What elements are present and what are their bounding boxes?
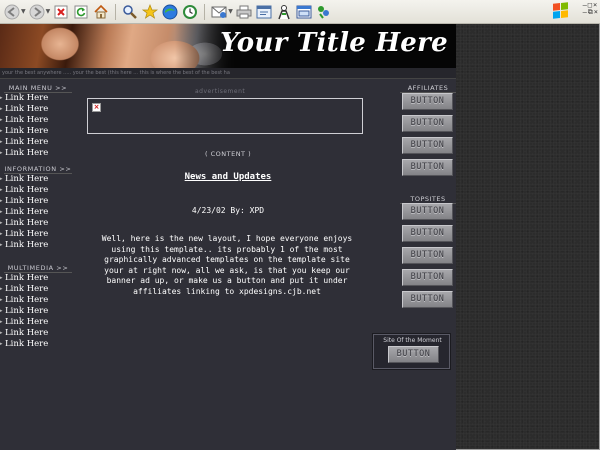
stop-icon[interactable]: [52, 3, 70, 21]
browser-toolbar: ▼ ▼ ▼ – □ × – ⧉ ×: [0, 0, 600, 24]
restore-close-icon[interactable]: ×: [594, 9, 598, 16]
site-tagline: your the best anywhere ..... your the be…: [0, 68, 456, 79]
forward-icon[interactable]: [28, 3, 46, 21]
back-dropdown-icon[interactable]: ▼: [21, 8, 26, 15]
information-link[interactable]: ▸ Link Here: [0, 229, 48, 240]
affiliates-title: AFFILIATES: [400, 84, 456, 93]
topsite-button[interactable]: BUTTON: [402, 291, 453, 308]
main-menu-link[interactable]: ▸ Link Here: [0, 148, 48, 159]
site-header: Your Title Here: [0, 24, 456, 68]
restore-minimize-icon[interactable]: –: [583, 9, 587, 16]
page-layout: Your Title Here your the best anywhere .…: [0, 24, 456, 450]
main-menu-list: ▸ Link Here ▸ Link Here ▸ Link Here ▸ Link H…: [0, 93, 48, 159]
multimedia-link[interactable]: ▸ Link Here: [0, 284, 48, 295]
main-menu-link[interactable]: ▸ Link Here: [0, 104, 48, 115]
main-menu-title: MAIN MENU >>: [4, 84, 72, 93]
favorites-icon[interactable]: [141, 3, 159, 21]
information-link[interactable]: ▸ Link Here: [0, 240, 48, 251]
site-of-the-moment: Site Of the Moment BUTTON: [372, 333, 451, 370]
mail-dropdown-icon[interactable]: ▼: [228, 8, 233, 15]
multimedia-link[interactable]: ▸ Link Here: [0, 295, 48, 306]
news-title: News and Updates: [184, 172, 272, 182]
back-icon[interactable]: [3, 3, 21, 21]
refresh-icon[interactable]: [72, 3, 90, 21]
home-icon[interactable]: [92, 3, 110, 21]
topsite-button[interactable]: BUTTON: [402, 269, 453, 286]
msn-icon[interactable]: [315, 3, 333, 21]
broken-image-icon: ×: [92, 103, 101, 112]
edit-icon[interactable]: [255, 3, 273, 21]
banner-ad[interactable]: ×: [87, 98, 363, 134]
print-icon[interactable]: [235, 3, 253, 21]
toolbar-separator: [115, 3, 117, 20]
information-link[interactable]: ▸ Link Here: [0, 218, 48, 229]
main-menu-link[interactable]: ▸ Link Here: [0, 137, 48, 148]
affiliate-button[interactable]: BUTTON: [402, 159, 453, 176]
content-label: ( CONTENT ): [205, 150, 252, 158]
advertisement-label: advertisement: [195, 88, 246, 95]
multimedia-list: ▸ Link Here ▸ Link Here ▸ Link Here ▸ Link H…: [0, 273, 48, 350]
windows-logo-icon: [553, 2, 568, 19]
main-menu-link[interactable]: ▸ Link Here: [0, 115, 48, 126]
main-menu-link[interactable]: ▸ Link Here: [0, 126, 48, 137]
messenger-icon[interactable]: [275, 3, 293, 21]
toolbar-separator: [204, 3, 206, 20]
multimedia-link[interactable]: ▸ Link Here: [0, 317, 48, 328]
multimedia-title: MULTIMEDIA >>: [4, 264, 72, 273]
mail-icon[interactable]: [210, 3, 228, 21]
site-title: Your Title Here: [220, 28, 448, 58]
window-controls: – □ × – ⧉ ×: [583, 2, 598, 16]
affiliate-button[interactable]: BUTTON: [402, 93, 453, 110]
forward-dropdown-icon[interactable]: ▼: [46, 8, 51, 15]
news-body: Well, here is the new layout, I hope eve…: [101, 234, 353, 296]
affiliate-button[interactable]: BUTTON: [402, 115, 453, 132]
information-link[interactable]: ▸ Link Here: [0, 185, 48, 196]
restore-icon[interactable]: ⧉: [588, 9, 593, 16]
search-icon[interactable]: [121, 3, 139, 21]
research-icon[interactable]: [295, 3, 313, 21]
history-icon[interactable]: [181, 3, 199, 21]
media-icon[interactable]: [161, 3, 179, 21]
multimedia-link[interactable]: ▸ Link Here: [0, 273, 48, 284]
topsite-button[interactable]: BUTTON: [402, 203, 453, 220]
topsite-button[interactable]: BUTTON: [402, 225, 453, 242]
affiliate-button[interactable]: BUTTON: [402, 137, 453, 154]
multimedia-link[interactable]: ▸ Link Here: [0, 306, 48, 317]
site-of-the-moment-button[interactable]: BUTTON: [388, 346, 439, 363]
site-of-the-moment-title: Site Of the Moment: [383, 337, 442, 344]
header-artwork: [0, 24, 235, 68]
topsite-button[interactable]: BUTTON: [402, 247, 453, 264]
multimedia-link[interactable]: ▸ Link Here: [0, 328, 48, 339]
main-menu-link[interactable]: ▸ Link Here: [0, 93, 48, 104]
news-date: 4/23/02 By: XPD: [191, 206, 265, 215]
browser-viewport: Your Title Here your the best anywhere .…: [0, 24, 600, 450]
multimedia-link[interactable]: ▸ Link Here: [0, 339, 48, 350]
